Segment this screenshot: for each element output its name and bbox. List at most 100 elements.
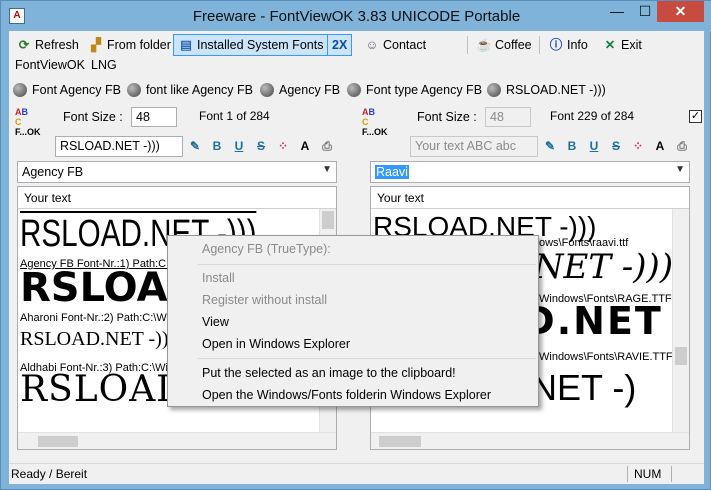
coffee-label: Coffee xyxy=(495,38,532,52)
strikeout-button[interactable]: S xyxy=(253,139,269,153)
coffee-icon: ☕ xyxy=(476,38,492,52)
font-tab[interactable]: RSLOAD.NET -))) xyxy=(487,79,606,101)
exit-icon: ✕ xyxy=(604,38,616,52)
toolbar-separator xyxy=(467,36,468,54)
font-tab[interactable]: Font type Agency FB xyxy=(347,79,482,101)
chevron-down-icon: ▼ xyxy=(675,164,685,175)
menu-separator xyxy=(198,358,536,359)
refresh-icon: ⟳ xyxy=(18,38,30,52)
pen-icon[interactable]: ✎ xyxy=(187,139,203,153)
toolbar-separator xyxy=(539,36,540,54)
scroll-thumb[interactable] xyxy=(322,211,334,229)
menu-item-open-fonts-folder[interactable]: Open the Windows/Fonts folderin Windows … xyxy=(168,384,538,406)
bold-button[interactable]: B xyxy=(209,139,225,153)
contact-button[interactable]: ☺ Contact xyxy=(359,34,431,56)
font-size-input[interactable]: 48 xyxy=(131,107,177,127)
installed-fonts-button[interactable]: ▤ Installed System Fonts xyxy=(173,34,329,56)
font-info: Aharoni Font-Nr.:2) Path:C:\Wi xyxy=(20,312,170,324)
scroll-thumb[interactable] xyxy=(38,436,78,447)
font-tab[interactable]: font like Agency FB xyxy=(127,79,253,101)
font-disc-icon xyxy=(13,83,27,97)
font-disc-icon xyxy=(127,83,141,97)
status-bar: Ready / Bereit NUM xyxy=(9,463,704,484)
minimize-button[interactable]: — xyxy=(603,1,631,22)
underline-button[interactable]: U xyxy=(231,139,247,153)
font-disc-icon xyxy=(347,83,361,97)
font-tabs-bar: Font Agency FB font like Agency FB Agenc… xyxy=(9,79,704,101)
from-folder-button[interactable]: ▞ From folder xyxy=(83,34,176,56)
menu-item-view[interactable]: View xyxy=(168,311,538,333)
coffee-button[interactable]: ☕ Coffee xyxy=(471,34,537,56)
menu-item-install[interactable]: Install xyxy=(168,267,538,289)
font-select[interactable]: Raavi ▼ xyxy=(370,161,690,183)
scroll-thumb[interactable] xyxy=(675,347,687,365)
context-menu-header: Agency FB (TrueType): xyxy=(202,242,331,256)
menu-lng[interactable]: LNG xyxy=(91,58,117,72)
preview-header: Your text xyxy=(18,187,336,209)
menu-fontviewok[interactable]: FontViewOK xyxy=(15,58,85,72)
font-tab[interactable]: Font Agency FB xyxy=(13,79,121,101)
status-text: Ready / Bereit xyxy=(11,467,88,481)
vertical-scrollbar[interactable] xyxy=(672,209,689,433)
contact-label: Contact xyxy=(383,38,427,52)
printer-icon[interactable]: ⎙ xyxy=(319,139,335,154)
font-disc-icon xyxy=(260,83,274,97)
bold-button[interactable]: B xyxy=(564,139,580,153)
info-label: Info xyxy=(567,38,588,52)
strikeout-button[interactable]: S xyxy=(608,139,624,153)
font-select-value: Raavi xyxy=(375,165,409,179)
refresh-button[interactable]: ⟳ Refresh xyxy=(11,34,84,56)
abc-logo-icon: AB C F...OK xyxy=(15,107,41,137)
toolbar: ⟳ Refresh ▞ From folder ▤ Installed System … xyxy=(9,34,704,58)
font-sample[interactable]: RSLOAD.NET -))) xyxy=(20,328,175,351)
color-icon[interactable]: ⁘ xyxy=(275,139,291,153)
abc-logo-icon: AB C F...OK xyxy=(362,107,388,137)
font-select-value: Agency FB xyxy=(22,165,84,179)
horizontal-scrollbar[interactable] xyxy=(18,432,336,449)
printer-icon[interactable]: ⎙ xyxy=(674,139,690,154)
font-tab-label: RSLOAD.NET -))) xyxy=(506,83,606,97)
close-button[interactable]: ✕ xyxy=(657,1,704,22)
font-size-label: Font Size : xyxy=(417,110,477,124)
preview-header: Your text xyxy=(371,187,689,209)
font-size-input[interactable]: 48 xyxy=(485,107,531,127)
font-tab[interactable]: Agency FB xyxy=(260,79,340,101)
info-button[interactable]: ⓘ Info xyxy=(543,34,593,56)
title-bar[interactable]: A Freeware - FontViewOK 3.83 UNICODE Por… xyxy=(1,1,711,31)
status-separator xyxy=(671,466,672,482)
num-lock-indicator: NUM xyxy=(634,467,662,481)
menu-separator xyxy=(198,264,536,265)
app-window: A Freeware - FontViewOK 3.83 UNICODE Por… xyxy=(0,0,711,490)
horizontal-scrollbar[interactable] xyxy=(371,432,689,449)
info-icon: ⓘ xyxy=(549,38,563,52)
exit-label: Exit xyxy=(621,38,642,52)
installed-fonts-label: Installed System Fonts xyxy=(197,38,324,52)
font-color-button[interactable]: A xyxy=(652,139,668,153)
font-tab-label: Font Agency FB xyxy=(32,83,121,97)
sample-text-input[interactable]: Your text ABC abc xyxy=(410,136,538,157)
context-menu: Agency FB (TrueType): Install Register w… xyxy=(167,235,539,407)
pen-icon[interactable]: ✎ xyxy=(542,139,558,153)
menu-item-open-explorer[interactable]: Open in Windows Explorer xyxy=(168,333,538,355)
menu-item-copy-image[interactable]: Put the selected as an image to the clip… xyxy=(168,362,538,384)
font-size-label: Font Size : xyxy=(63,110,123,124)
font-count: Font 1 of 284 xyxy=(199,109,270,123)
font-color-button[interactable]: A xyxy=(297,139,313,153)
underline-button[interactable]: U xyxy=(586,139,602,153)
maximize-button[interactable]: ☐ xyxy=(631,1,659,22)
sync-checkbox[interactable]: ✓ xyxy=(689,110,702,123)
exit-button[interactable]: ✕ Exit xyxy=(597,34,647,56)
font-disc-icon xyxy=(487,83,501,97)
scroll-thumb[interactable] xyxy=(379,436,421,447)
sample-text-input[interactable]: RSLOAD.NET -))) xyxy=(55,136,183,157)
fonts-icon: ▤ xyxy=(180,38,192,52)
font-info: Windows\Fonts\RAVIE.TTF xyxy=(539,351,673,363)
chevron-down-icon: ▼ xyxy=(322,164,332,175)
color-icon[interactable]: ⁘ xyxy=(630,139,646,153)
font-select[interactable]: Agency FB ▼ xyxy=(17,161,337,183)
status-separator xyxy=(627,466,628,482)
font-count: Font 229 of 284 xyxy=(550,109,635,123)
double-view-button[interactable]: 2X xyxy=(327,34,353,56)
font-tab-label: Font type Agency FB xyxy=(366,83,483,97)
menu-item-register[interactable]: Register without install xyxy=(168,289,538,311)
